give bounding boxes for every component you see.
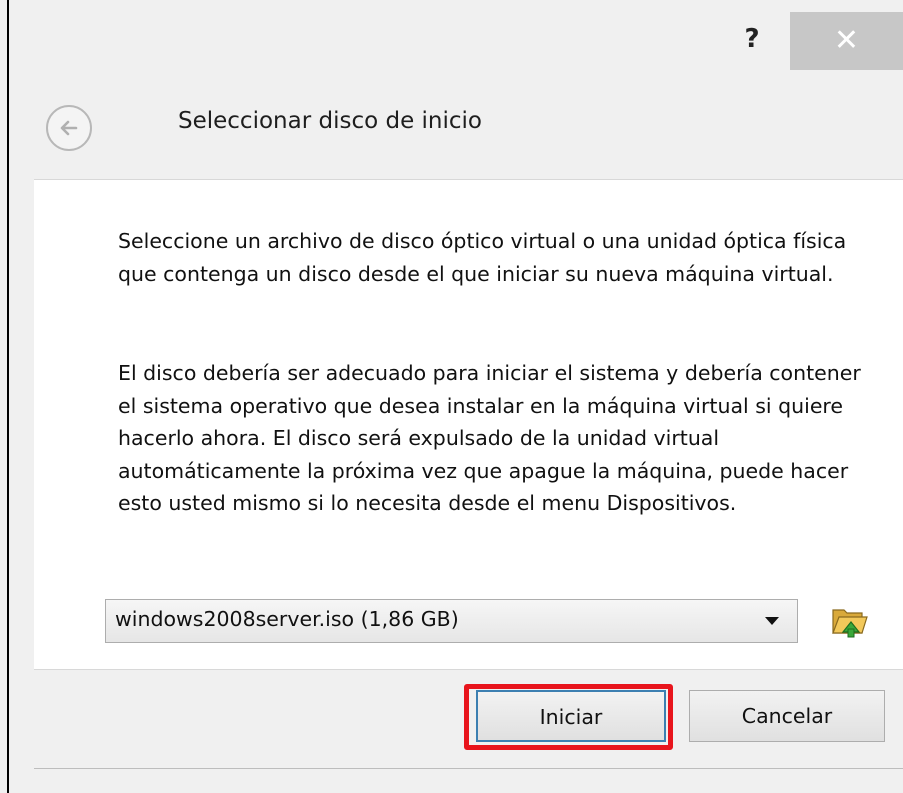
dialog-window: ? ✕ Seleccionar disco de inicio Seleccio… — [7, 0, 903, 793]
disk-select-value: windows2008server.iso (1,86 GB) — [115, 607, 459, 631]
cancel-button[interactable]: Cancelar — [689, 690, 885, 742]
back-button[interactable] — [46, 105, 92, 151]
content-panel: Seleccione un archivo de disco óptico vi… — [34, 179, 903, 670]
description-paragraph-1: Seleccione un archivo de disco óptico vi… — [118, 229, 847, 286]
help-button[interactable]: ? — [729, 20, 775, 58]
page-title: Seleccionar disco de inicio — [178, 108, 483, 134]
folder-open-icon — [832, 609, 868, 638]
bottom-border — [34, 768, 903, 769]
title-bar: ? ✕ — [9, 0, 903, 80]
disk-select-dropdown[interactable]: windows2008server.iso (1,86 GB) — [105, 599, 798, 643]
chevron-down-icon — [765, 617, 779, 625]
back-arrow-icon — [60, 120, 78, 136]
description-paragraph-2: El disco debería ser adecuado para inici… — [118, 361, 861, 515]
choose-disk-button[interactable] — [829, 602, 869, 640]
close-button[interactable]: ✕ — [790, 12, 903, 70]
footer-divider — [34, 669, 903, 670]
start-button-highlight — [464, 684, 673, 750]
